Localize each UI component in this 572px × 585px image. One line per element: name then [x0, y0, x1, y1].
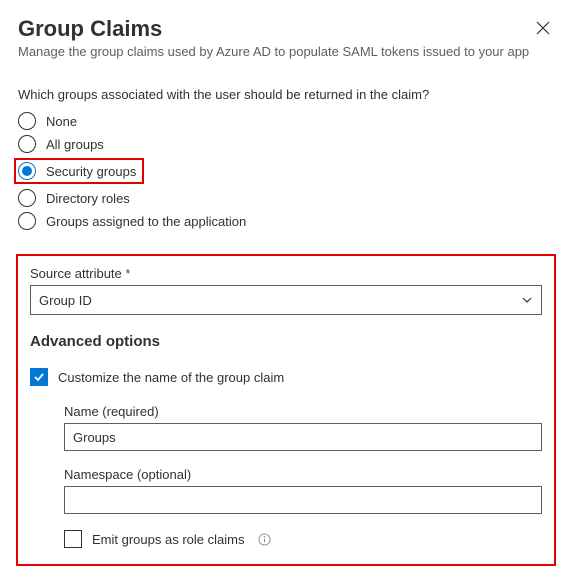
customize-name-checkbox[interactable]: Customize the name of the group claim — [30, 368, 542, 386]
radio-icon — [18, 135, 36, 153]
namespace-input[interactable] — [64, 486, 542, 514]
checkbox-unchecked-icon — [64, 530, 82, 548]
close-icon — [536, 21, 550, 35]
radio-groups-assigned[interactable]: Groups assigned to the application — [18, 212, 554, 230]
radio-directory-roles[interactable]: Directory roles — [18, 189, 554, 207]
checkbox-label: Customize the name of the group claim — [58, 370, 284, 385]
close-button[interactable] — [532, 16, 554, 42]
group-type-radio-group: None All groups Security groups Director… — [18, 112, 554, 230]
select-value: Group ID — [39, 293, 92, 308]
radio-icon — [18, 212, 36, 230]
emit-roles-checkbox[interactable]: Emit groups as role claims — [64, 530, 542, 548]
checkbox-checked-icon — [30, 368, 48, 386]
highlighted-section: Source attribute * Group ID Advanced opt… — [16, 254, 556, 566]
radio-label: Security groups — [46, 164, 136, 179]
radio-icon-selected — [18, 162, 36, 180]
name-input[interactable] — [64, 423, 542, 451]
group-question: Which groups associated with the user sh… — [18, 87, 554, 102]
radio-label: Groups assigned to the application — [46, 214, 246, 229]
page-title: Group Claims — [18, 16, 162, 42]
advanced-options-title: Advanced options — [30, 333, 542, 350]
info-icon — [258, 533, 271, 546]
radio-label: None — [46, 114, 77, 129]
name-field-label: Name (required) — [64, 404, 542, 419]
chevron-down-icon — [521, 294, 533, 306]
radio-none[interactable]: None — [18, 112, 554, 130]
page-subtitle: Manage the group claims used by Azure AD… — [18, 44, 554, 59]
source-attribute-select[interactable]: Group ID — [30, 285, 542, 315]
radio-icon — [18, 189, 36, 207]
namespace-field-label: Namespace (optional) — [64, 467, 542, 482]
source-attribute-label: Source attribute * — [30, 266, 542, 281]
radio-label: Directory roles — [46, 191, 130, 206]
radio-all-groups[interactable]: All groups — [18, 135, 554, 153]
radio-icon — [18, 112, 36, 130]
radio-label: All groups — [46, 137, 104, 152]
radio-security-groups[interactable]: Security groups — [14, 158, 144, 184]
checkbox-label: Emit groups as role claims — [92, 532, 244, 547]
